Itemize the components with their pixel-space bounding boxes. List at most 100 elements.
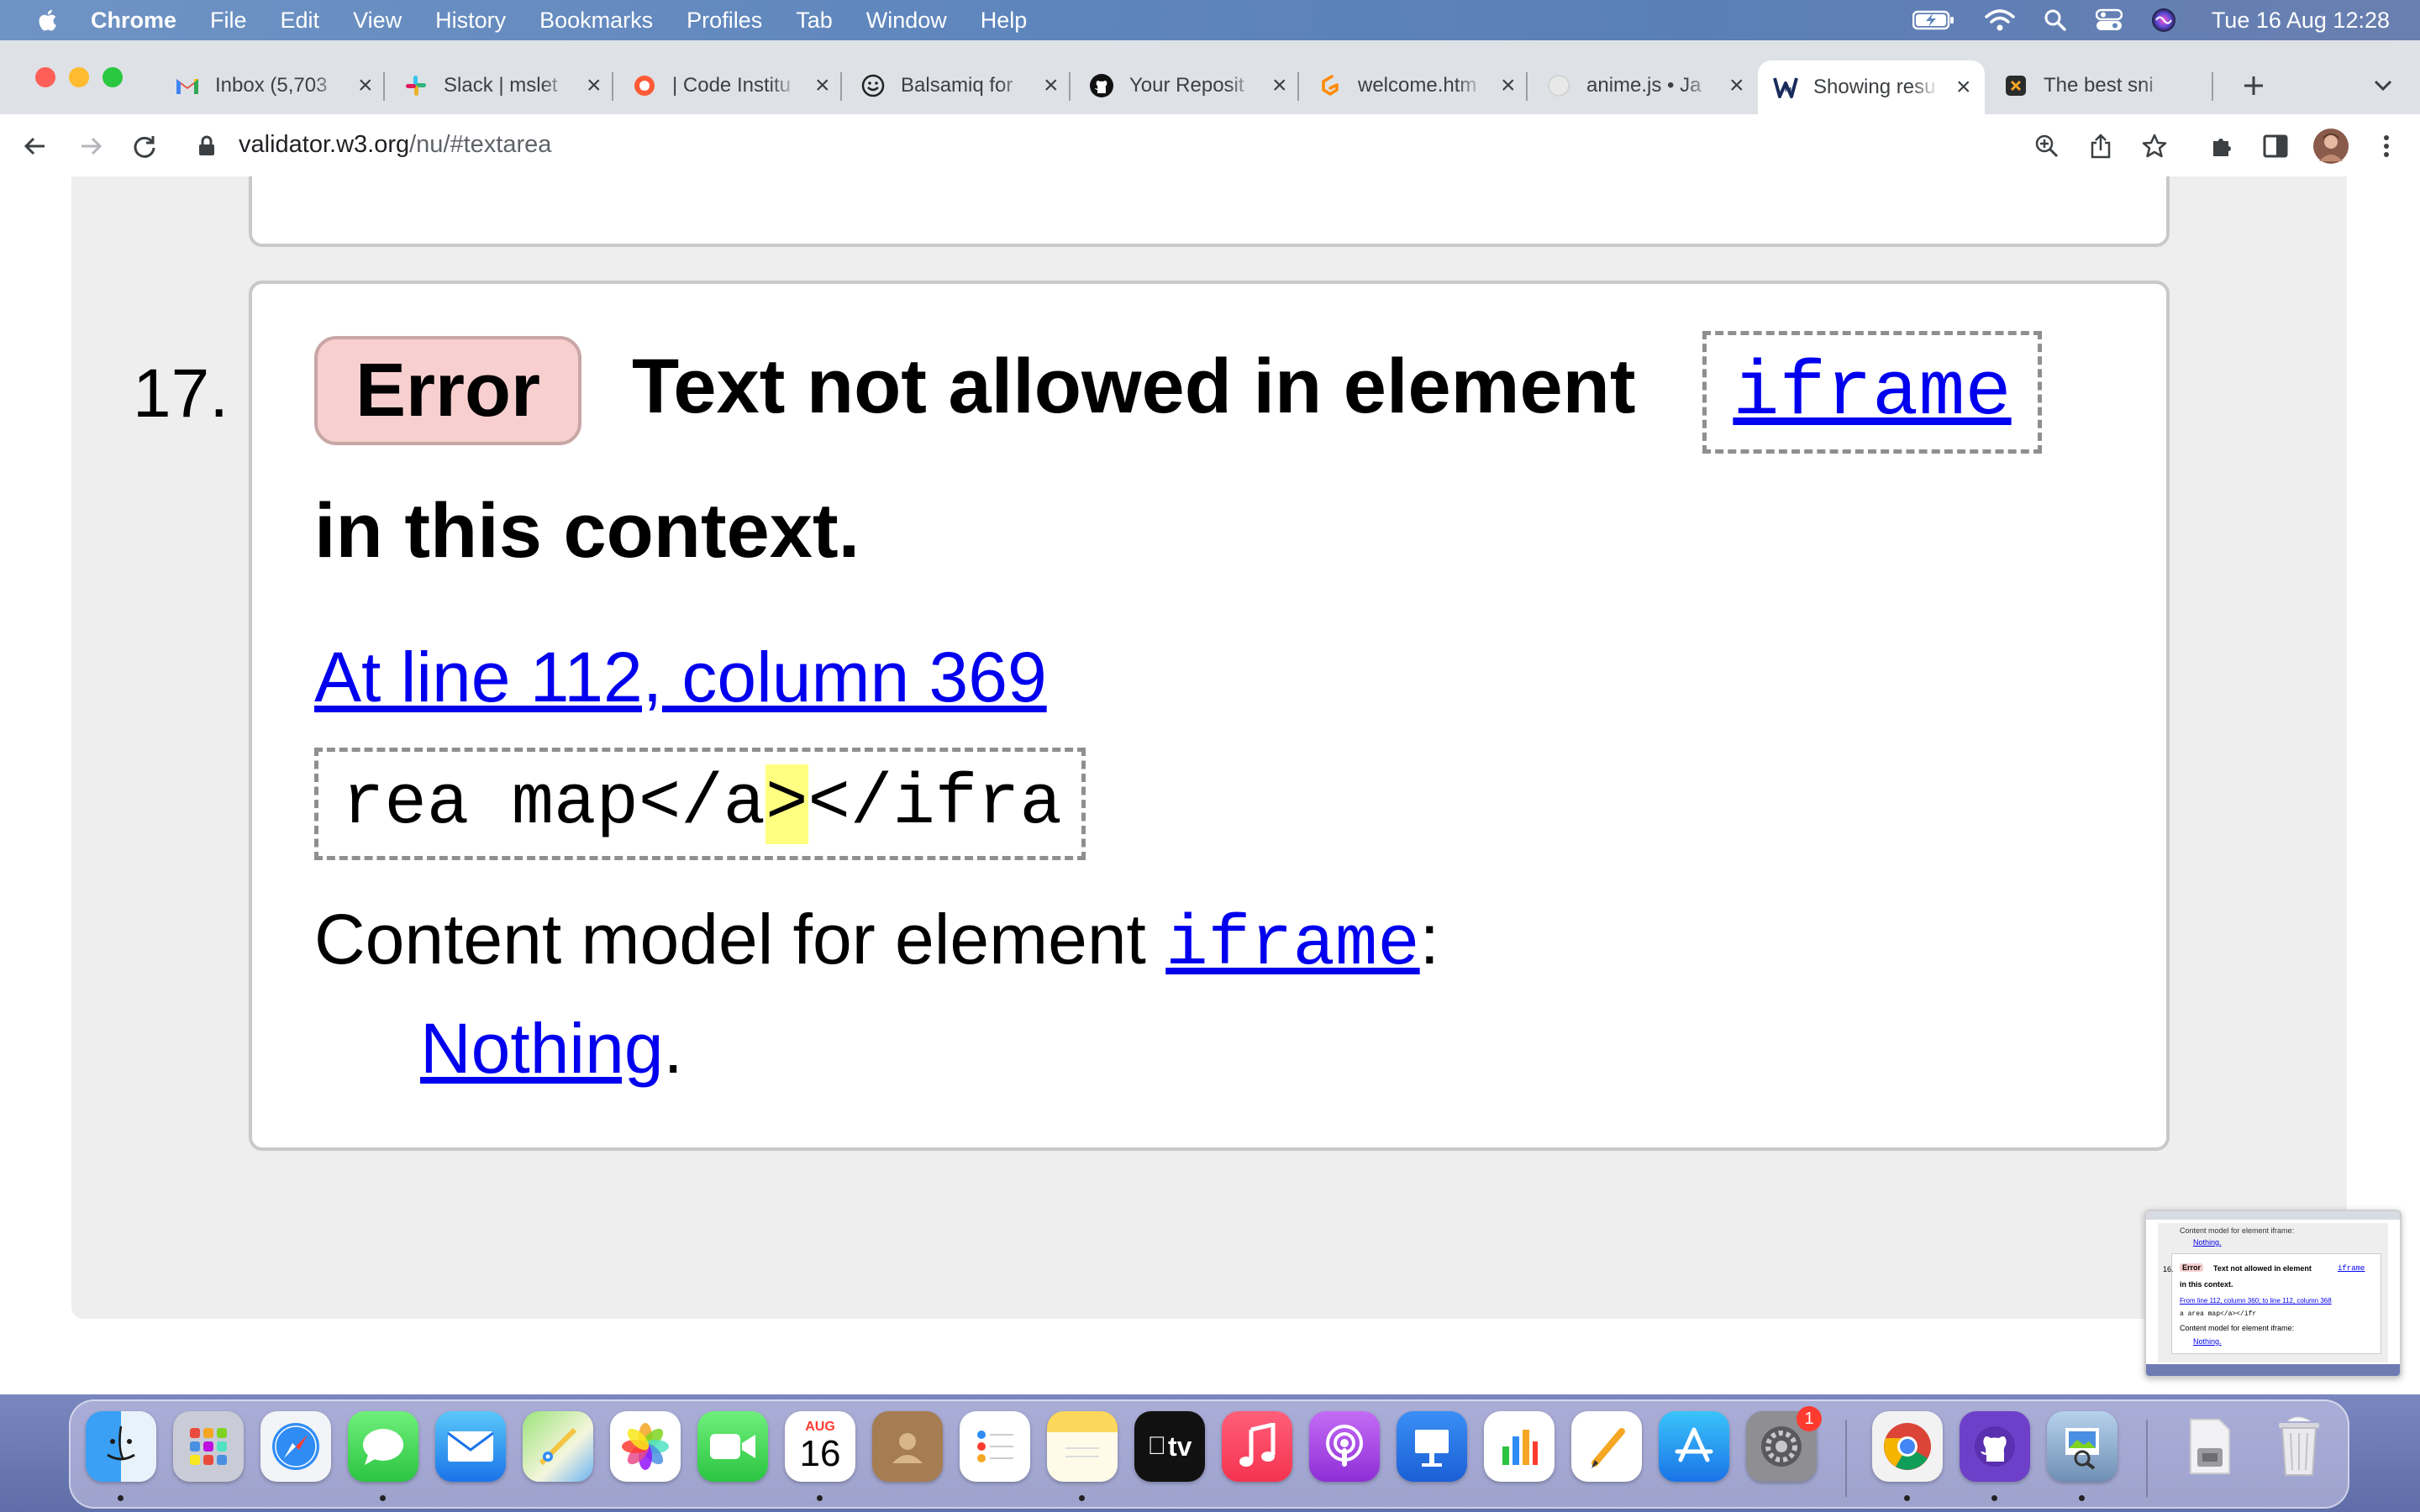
- tab-title: welcome.htm: [1358, 74, 1477, 97]
- screenshot-thumbnail-preview[interactable]: Content model for element iframe: Nothin…: [2144, 1210, 2402, 1378]
- back-arrow-icon[interactable]: [20, 131, 50, 161]
- tab-close-icon[interactable]: ×: [358, 71, 373, 100]
- tab-gmail[interactable]: Inbox (5,703 ×: [160, 62, 380, 109]
- messages-icon[interactable]: [348, 1411, 418, 1482]
- window-minimize-button[interactable]: [69, 67, 89, 87]
- reload-icon[interactable]: [129, 131, 160, 161]
- tab-close-icon[interactable]: ×: [1272, 71, 1287, 100]
- tab-separator: [612, 72, 613, 101]
- preview-icon[interactable]: [2047, 1411, 2118, 1482]
- tab-close-icon[interactable]: ×: [815, 71, 830, 100]
- element-link-iframe[interactable]: iframe: [1733, 349, 2011, 437]
- menu-bookmarks[interactable]: Bookmarks: [539, 8, 653, 34]
- maps-icon[interactable]: [523, 1411, 593, 1482]
- content-model-period: .: [663, 1009, 683, 1088]
- menu-view[interactable]: View: [353, 8, 402, 34]
- chrome-menu-kebab-icon[interactable]: [2371, 131, 2402, 161]
- siri-icon[interactable]: [2151, 8, 2176, 33]
- share-icon[interactable]: [2086, 131, 2116, 161]
- control-center-icon[interactable]: [2095, 8, 2123, 32]
- tab-balsamiq[interactable]: Balsamiq for ×: [845, 62, 1065, 109]
- app-store-icon[interactable]: [1659, 1411, 1729, 1482]
- tab-close-icon[interactable]: ×: [1044, 71, 1059, 100]
- content-model-nothing-link[interactable]: Nothing: [420, 1009, 664, 1088]
- content-model-label: Content model for element: [314, 900, 1146, 979]
- thumb-cm: Content model for element iframe:: [2180, 1324, 2295, 1332]
- pages-icon[interactable]: [1571, 1411, 1642, 1482]
- tab-close-icon[interactable]: ×: [1956, 73, 1971, 102]
- tab-github[interactable]: Your Reposit ×: [1074, 62, 1294, 109]
- message-number: 17.: [133, 355, 229, 432]
- tab-close-icon[interactable]: ×: [1501, 71, 1516, 100]
- window-close-button[interactable]: [35, 67, 55, 87]
- tab-search-chevron-down-icon[interactable]: [2370, 72, 2396, 99]
- lock-icon[interactable]: [192, 131, 222, 161]
- facetime-icon[interactable]: [697, 1411, 768, 1482]
- photos-icon[interactable]: [610, 1411, 681, 1482]
- music-icon[interactable]: [1222, 1411, 1292, 1482]
- forward-arrow-icon[interactable]: [76, 131, 106, 161]
- battery-charging-icon[interactable]: [1912, 9, 1956, 31]
- apple-tv-icon[interactable]: tv: [1134, 1411, 1205, 1482]
- trash-icon[interactable]: [2264, 1411, 2334, 1482]
- dock-separator: [1845, 1420, 1847, 1497]
- menu-history[interactable]: History: [435, 8, 506, 34]
- tab-snippets[interactable]: The best sni: [1988, 62, 2208, 109]
- tab-code-institute[interactable]: | Code Institu ×: [617, 62, 837, 109]
- running-indicator: [380, 1495, 386, 1501]
- page-viewport[interactable]: 17. Error Text not allowed in element if…: [0, 176, 2420, 1394]
- running-indicator: [1991, 1495, 1997, 1501]
- tab-close-icon[interactable]: ×: [1729, 71, 1744, 100]
- downloads-stack-icon[interactable]: [2175, 1411, 2245, 1482]
- menubar-clock[interactable]: Tue 16 Aug 12:28: [2212, 8, 2390, 34]
- safari-icon[interactable]: [260, 1411, 331, 1482]
- chrome-icon[interactable]: [1872, 1411, 1943, 1482]
- menu-window[interactable]: Window: [866, 8, 947, 34]
- window-zoom-button[interactable]: [103, 67, 123, 87]
- wifi-icon[interactable]: [1985, 8, 2015, 32]
- menu-app-name[interactable]: Chrome: [91, 8, 176, 34]
- contacts-icon[interactable]: [872, 1411, 943, 1482]
- menu-edit[interactable]: Edit: [281, 8, 320, 34]
- calendar-icon[interactable]: AUG 16: [785, 1411, 855, 1482]
- tab-separator: [1069, 72, 1071, 101]
- thumb-extract: a area map</a></ifr: [2180, 1310, 2257, 1318]
- spotlight-search-icon[interactable]: [2044, 8, 2067, 32]
- notes-icon[interactable]: [1047, 1411, 1118, 1482]
- menu-help[interactable]: Help: [981, 8, 1028, 34]
- message-text-part2: in this context.: [314, 488, 860, 574]
- address-bar[interactable]: validator.w3.org/nu/#textarea: [239, 131, 551, 159]
- menu-profiles[interactable]: Profiles: [687, 8, 762, 34]
- content-model-colon: :: [1419, 900, 1440, 979]
- podcasts-icon[interactable]: [1309, 1411, 1380, 1482]
- launchpad-icon[interactable]: [173, 1411, 244, 1482]
- snippet-icon: [2003, 73, 2028, 98]
- finder-icon[interactable]: [86, 1411, 156, 1482]
- zoom-magnifier-icon[interactable]: [2032, 131, 2062, 161]
- github-desktop-icon[interactable]: [1960, 1411, 2030, 1482]
- tab-gitpod[interactable]: welcome.htm ×: [1302, 62, 1523, 109]
- github-icon: [1089, 73, 1114, 98]
- source-extract: rea map</a > </ifra: [314, 748, 1086, 860]
- thumb-chrome: [2146, 1211, 2400, 1220]
- numbers-icon[interactable]: [1484, 1411, 1555, 1482]
- menu-file[interactable]: File: [210, 8, 247, 34]
- keynote-icon[interactable]: [1397, 1411, 1467, 1482]
- url-host: validator.w3.org: [239, 131, 410, 158]
- side-panel-icon[interactable]: [2260, 131, 2291, 161]
- menu-tab[interactable]: Tab: [796, 8, 833, 34]
- tab-slack[interactable]: Slack | mslet ×: [388, 62, 608, 109]
- extensions-puzzle-icon[interactable]: [2207, 131, 2237, 161]
- new-tab-plus-icon[interactable]: [2237, 69, 2270, 102]
- tab-w3c-validator-active[interactable]: nu Showing resu ×: [1758, 60, 1985, 114]
- tab-animejs[interactable]: anime.js • Ja ×: [1531, 62, 1751, 109]
- location-link[interactable]: At line 112, column 369: [314, 637, 1047, 718]
- profile-avatar[interactable]: [2312, 128, 2349, 165]
- bookmark-star-icon[interactable]: [2139, 131, 2170, 161]
- mail-icon[interactable]: [435, 1411, 506, 1482]
- reminders-icon[interactable]: [960, 1411, 1030, 1482]
- running-indicator: [1904, 1495, 1910, 1501]
- tab-close-icon[interactable]: ×: [587, 71, 602, 100]
- apple-logo-icon[interactable]: [37, 8, 57, 32]
- content-model-element-link[interactable]: iframe: [1165, 906, 1419, 985]
